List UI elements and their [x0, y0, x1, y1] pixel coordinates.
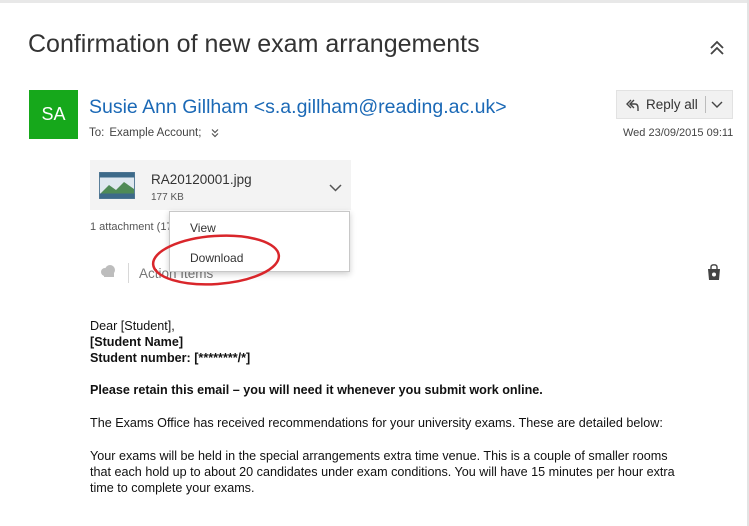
body-paragraph-1: The Exams Office has received recommenda… — [90, 416, 663, 430]
student-name: [Student Name] — [90, 335, 184, 349]
image-file-icon — [99, 172, 135, 204]
body-paragraph-2-line-2: that each hold up to about 20 candidates… — [90, 465, 675, 479]
double-chevron-up-icon — [710, 40, 724, 55]
sender-avatar[interactable]: SA — [29, 90, 78, 139]
attachment-context-menu: View Download — [169, 211, 350, 272]
student-number: Student number: [********/*] — [90, 351, 251, 365]
reply-divider — [704, 96, 706, 113]
retain-notice: Please retain this email – you will need… — [90, 383, 543, 397]
to-recipient[interactable]: Example Account; — [109, 127, 201, 139]
attachment-menu-chevron-icon[interactable] — [329, 179, 342, 197]
message-body: Dear [Student], [Student Name] Student n… — [90, 318, 730, 496]
reply-all-icon — [625, 98, 639, 112]
attachment-size: 177 KB — [151, 192, 184, 203]
attachment-filename: RA20120001.jpg — [151, 172, 252, 187]
reply-all-label: Reply all — [646, 97, 698, 112]
cloud-icon[interactable] — [100, 264, 116, 283]
collapse-button[interactable] — [707, 37, 727, 59]
chevron-down-icon[interactable] — [711, 101, 723, 109]
avatar-initials: SA — [41, 104, 66, 124]
store-bag-icon[interactable] — [707, 264, 721, 286]
message-subject: Confirmation of new exam arrangements — [28, 30, 480, 58]
expand-recipients-button[interactable] — [211, 128, 219, 138]
double-chevron-down-icon — [211, 129, 219, 138]
greeting: Dear [Student], — [90, 319, 175, 333]
menu-item-view[interactable]: View — [190, 221, 216, 235]
body-paragraph-2-line-1: Your exams will be held in the special a… — [90, 449, 668, 463]
recipients-line: To: Example Account; — [89, 127, 219, 139]
menu-item-download[interactable]: Download — [190, 251, 243, 265]
body-paragraph-2-line-3: time to complete your exams. — [90, 481, 255, 495]
attachment-card[interactable]: RA20120001.jpg 177 KB — [90, 160, 351, 210]
attachment-count[interactable]: 1 attachment (17 — [90, 221, 173, 233]
window-top-border — [0, 0, 749, 3]
to-label: To: — [89, 127, 105, 139]
message-date: Wed 23/09/2015 09:11 — [623, 127, 734, 139]
reply-all-button[interactable]: Reply all — [616, 90, 733, 119]
sender-name[interactable]: Susie Ann Gillham <s.a.gillham@reading.a… — [89, 96, 507, 119]
action-items-divider — [128, 263, 129, 283]
